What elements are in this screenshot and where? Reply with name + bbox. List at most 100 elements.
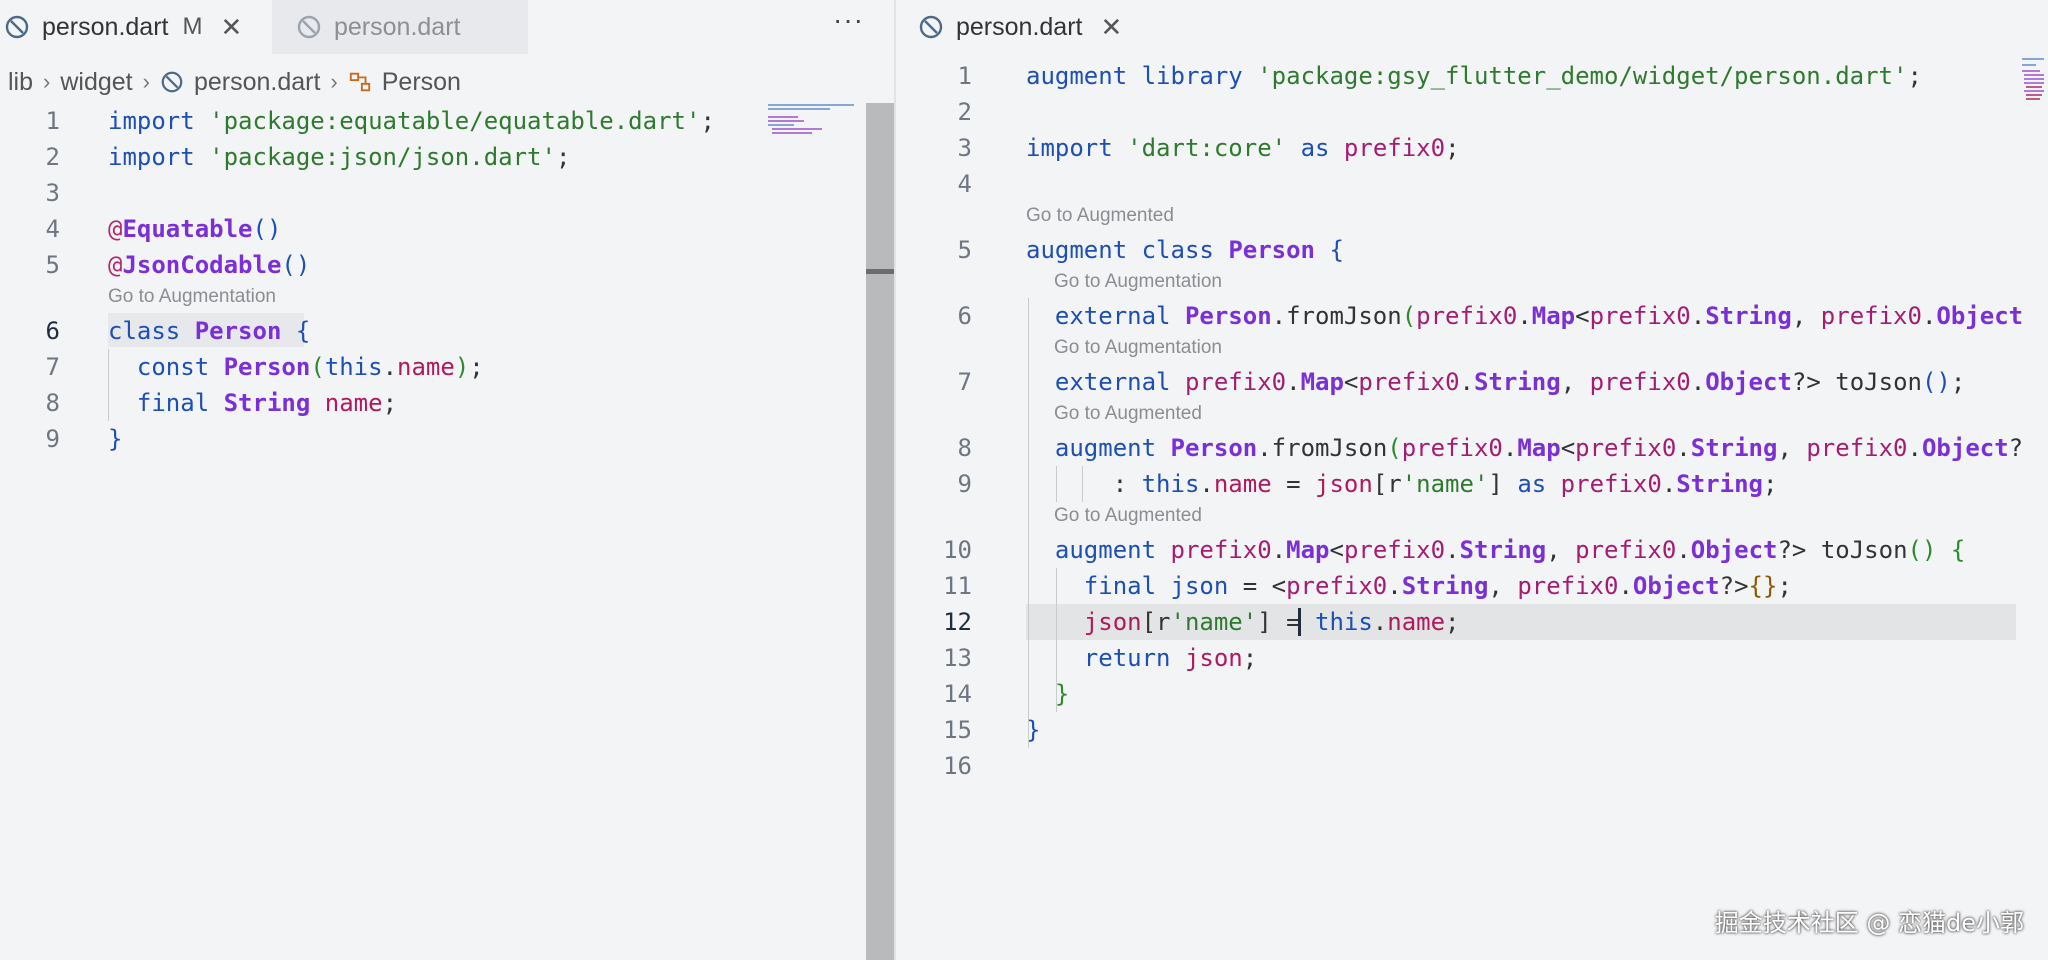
code-token: ,: [1791, 302, 1821, 330]
code-token: name: [397, 353, 455, 381]
code-token: prefix0: [1184, 368, 1287, 396]
code-token: .: [1690, 302, 1706, 330]
code-token: import: [1026, 134, 1113, 162]
line-number: 4: [957, 170, 972, 198]
code-token: augment: [1026, 62, 1128, 90]
codelens-link[interactable]: Go to Augmented: [1054, 403, 1202, 425]
code-token: String: [1705, 302, 1792, 330]
close-icon[interactable]: ✕: [1100, 14, 1122, 40]
code-token: ?>: [1719, 572, 1749, 600]
tab-person-dart-secondary[interactable]: person.dart: [272, 0, 528, 54]
code-token: (: [1401, 302, 1417, 330]
breadcrumb-item-file[interactable]: person.dart: [194, 68, 320, 97]
code-token: prefix0: [1401, 434, 1503, 462]
code-token: ;: [700, 107, 715, 135]
code-token: library: [1141, 62, 1243, 90]
line-number: 8: [45, 389, 60, 417]
code-token: Map: [1300, 368, 1344, 396]
code-line: external prefix0.Map<prefix0.String, pre…: [1026, 364, 1965, 400]
code-token: prefix0: [1170, 536, 1272, 564]
breadcrumb-item-widget[interactable]: widget: [60, 68, 132, 97]
code-token: ;: [382, 389, 398, 417]
breadcrumb-item-class[interactable]: Person: [382, 68, 461, 97]
code-token: 'name': [1170, 608, 1258, 636]
code-token: toJson: [1835, 368, 1922, 396]
code-token: ): [454, 353, 470, 381]
scroll-thumb[interactable]: [866, 269, 894, 274]
code-token: :: [1026, 470, 1142, 498]
right-code-area[interactable]: 1 augment library 'package:gsy_flutter_de…: [896, 58, 2023, 938]
code-token: this: [324, 353, 383, 381]
code-token: prefix0: [1343, 536, 1446, 564]
line-number: 6: [957, 302, 972, 330]
codelens-link[interactable]: Go to Augmented: [1026, 205, 1174, 227]
code-token: json: [1083, 608, 1142, 636]
more-actions-icon[interactable]: ···: [833, 4, 864, 36]
code-line: return json;: [1026, 640, 1257, 676]
codelens-link[interactable]: Go to Augmentation: [1054, 337, 1222, 359]
code-token: Person: [1228, 236, 1316, 264]
tab-label: person.dart: [334, 12, 461, 41]
code-token: prefix0: [1820, 302, 1922, 330]
code-token: (: [1387, 434, 1402, 462]
left-code-area[interactable]: 1 import 'package:equatable/equatable.dar…: [0, 103, 760, 943]
codelens-link[interactable]: Go to Augmentation: [1054, 271, 1222, 293]
code-token: final: [136, 389, 210, 417]
code-token: JsonCodable: [122, 251, 282, 279]
indent-guide: [1056, 466, 1057, 502]
code-token: 'dart:core': [1127, 134, 1287, 162]
code-token: =: [1271, 470, 1315, 498]
code-token: prefix0: [1286, 572, 1388, 600]
left-vertical-scrollbar[interactable]: [866, 103, 894, 960]
code-token: 'package:json/json.dart': [209, 143, 556, 171]
code-token: ;: [1445, 608, 1460, 636]
code-token: fromJson: [1271, 434, 1388, 462]
code-token: prefix0: [1343, 134, 1446, 162]
code-token: .: [1286, 368, 1301, 396]
code-line: @Equatable(): [108, 211, 281, 247]
code-token: ,: [1546, 536, 1576, 564]
code-token: Object: [1936, 302, 2024, 330]
code-token: .: [1618, 572, 1633, 600]
code-line: augment class Person {: [1026, 232, 1344, 268]
code-token: final: [1083, 572, 1157, 600]
code-line: augment library 'package:gsy_flutter_dem…: [1026, 58, 1922, 94]
code-token: {: [1950, 536, 1966, 564]
tab-person-dart-augmentation[interactable]: person.dart ✕: [918, 0, 1158, 54]
code-token: .: [1459, 368, 1474, 396]
codelens-link[interactable]: Go to Augmentation: [108, 286, 276, 308]
codelens-link[interactable]: Go to Augmented: [1054, 505, 1202, 527]
close-icon[interactable]: ✕: [220, 14, 242, 40]
right-minimap[interactable]: [2020, 56, 2048, 136]
code-token: <: [1560, 434, 1576, 462]
left-minimap[interactable]: [762, 100, 866, 960]
chevron-right-icon: ›: [43, 69, 51, 94]
code-line: final String name;: [108, 385, 397, 421]
dart-file-icon: [161, 71, 183, 93]
code-token: prefix0: [1416, 302, 1518, 330]
code-token: @: [108, 215, 123, 243]
code-token: ,: [1560, 368, 1590, 396]
line-number: 2: [45, 143, 60, 171]
code-token: ;: [1242, 644, 1258, 672]
code-token: prefix0: [1589, 368, 1691, 396]
tab-person-dart-modified[interactable]: person.dart M ✕: [0, 0, 270, 54]
code-token: external: [1054, 302, 1171, 330]
breadcrumb-item-lib[interactable]: lib: [8, 68, 33, 97]
code-token: import: [108, 107, 195, 135]
code-line: : this.name = json[r'name'] as prefix0.S…: [1026, 466, 1778, 502]
code-token: ?: [2008, 434, 2024, 462]
code-token: augment: [1054, 536, 1157, 564]
code-token: Person: [194, 317, 282, 345]
code-token: ;: [1950, 368, 1966, 396]
code-token: json: [1315, 470, 1373, 498]
